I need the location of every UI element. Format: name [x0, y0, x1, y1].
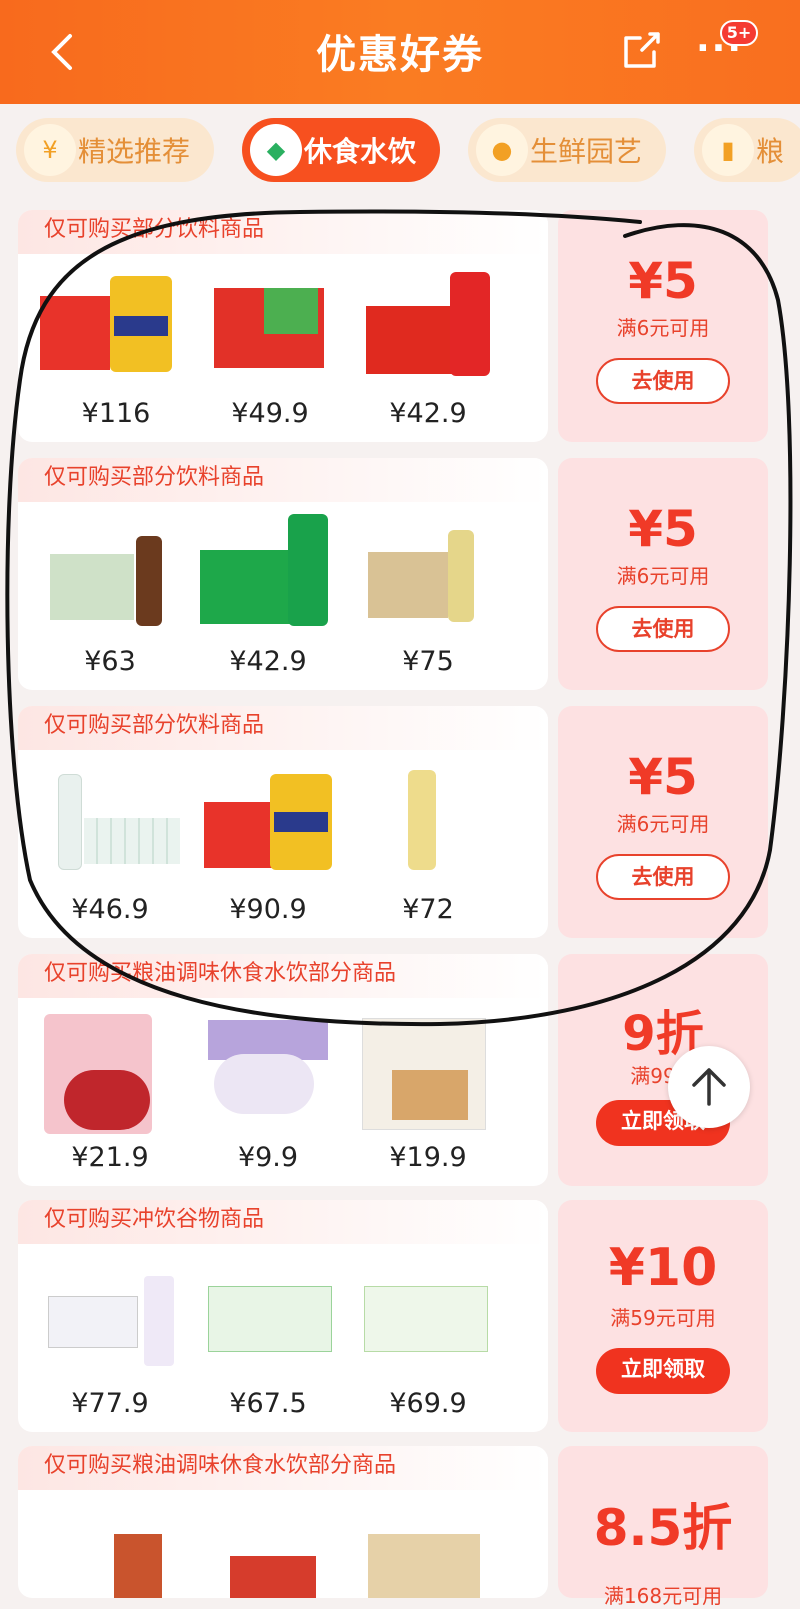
hand-drawn-circle-annotation — [5, 209, 793, 1027]
